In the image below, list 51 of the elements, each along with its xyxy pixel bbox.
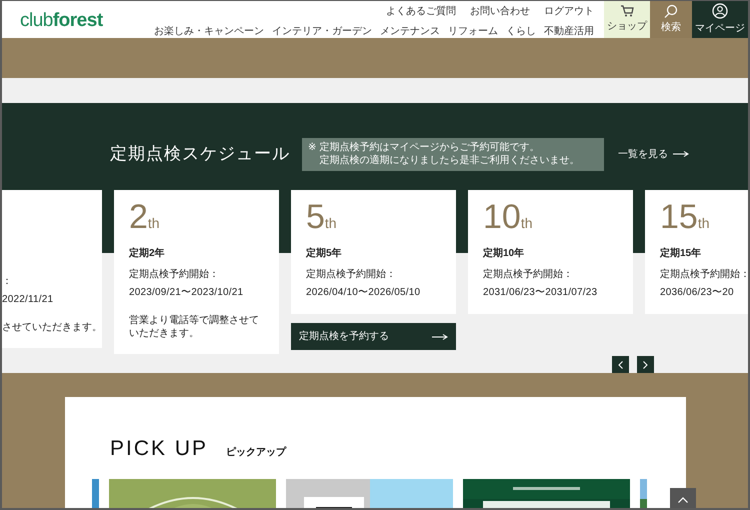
card-title: 定期15年 xyxy=(660,246,702,261)
reservation-label: 定期点検予約開始： xyxy=(306,268,397,282)
reserve-button[interactable]: 定期点検を予約する xyxy=(291,323,456,350)
mypage-button[interactable]: マイページ xyxy=(692,1,748,38)
chevron-right-icon xyxy=(643,360,648,368)
next-button[interactable] xyxy=(637,356,654,373)
year-number: 15th xyxy=(660,200,711,234)
arrow-icon xyxy=(673,151,689,157)
reservation-label: 定期点検予約開始： xyxy=(483,268,574,282)
reservation-dates: 2031/06/23〜2031/07/23 xyxy=(483,286,598,300)
nav-link[interactable]: お楽しみ・キャンペーン xyxy=(154,24,264,39)
reservation-label: 定期点検予約開始： xyxy=(660,268,748,282)
card-note: させていただきます。 xyxy=(2,321,102,334)
user-icon xyxy=(712,3,728,19)
nav-link[interactable]: メンテナンス xyxy=(380,24,440,39)
prev-button[interactable] xyxy=(612,356,629,373)
card-title: 定期2年 xyxy=(129,246,166,261)
chevron-left-icon xyxy=(618,360,623,368)
year-number: 10th xyxy=(483,200,534,234)
reservation-dates: 2023/09/21〜2023/10/21 xyxy=(129,286,244,300)
card-note: 営業より電話等で調整させていただきます。 xyxy=(129,314,260,340)
search-icon xyxy=(664,4,678,18)
year-number: 5th xyxy=(306,200,338,234)
reservation-dates: 2026/04/10〜2026/05/10 xyxy=(306,286,422,300)
reservation-label: 定期点検予約開始： xyxy=(129,268,220,282)
arrow-icon xyxy=(432,334,448,340)
search-button[interactable]: 検索 xyxy=(650,1,692,38)
logo[interactable]: clubforest xyxy=(2,1,152,38)
section-subtitle: ピックアップ xyxy=(226,445,286,460)
scroll-top-button[interactable] xyxy=(670,488,696,508)
nav-link[interactable]: リフォーム xyxy=(448,24,498,39)
top-link[interactable]: ログアウト xyxy=(544,4,594,19)
nav-link[interactable]: くらし xyxy=(506,24,536,39)
card-title: 定期10年 xyxy=(483,246,526,261)
section-title: 定期点検スケジュール xyxy=(110,144,291,164)
view-all-link[interactable]: 一覧を見る xyxy=(618,146,689,162)
reservation-dates: 2022/11/21 xyxy=(2,293,54,307)
year-number: 2th xyxy=(129,200,161,234)
shop-button[interactable]: ショップ xyxy=(604,1,650,38)
top-link[interactable]: お問い合わせ xyxy=(470,4,530,19)
card-title: 定期5年 xyxy=(306,246,343,261)
note-mark: ※ xyxy=(308,140,316,154)
top-link[interactable]: よくあるご質問 xyxy=(386,4,456,19)
nav-link[interactable]: 不動産活用 xyxy=(544,24,594,39)
section-title: PICK UP xyxy=(110,436,208,462)
reservation-label: ： xyxy=(2,275,13,289)
reservation-dates: 2036/06/23〜20 xyxy=(660,286,735,300)
nav-link[interactable]: インテリア・ガーデン xyxy=(272,24,372,39)
notice-text: 定期点検予約はマイページからご予約可能です。 定期点検の適期になりましたら是非ご利用くださいませ。 xyxy=(319,140,580,168)
cart-icon xyxy=(620,5,634,17)
chevron-up-icon xyxy=(678,497,688,503)
